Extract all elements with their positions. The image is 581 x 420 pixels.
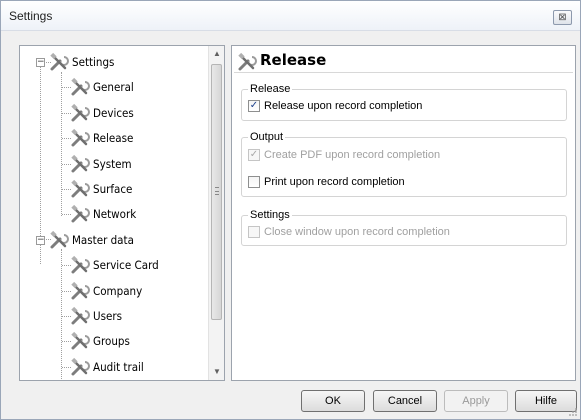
tools-icon — [238, 52, 257, 71]
tree-item-devices[interactable]: Devices — [20, 102, 206, 124]
tools-icon — [71, 129, 90, 147]
tree-item-label: Network — [93, 207, 137, 222]
close-icon: ⊠ — [558, 12, 567, 23]
tools-icon — [71, 256, 90, 274]
tools-icon — [50, 52, 69, 71]
checkbox-box[interactable]: ✓ — [248, 149, 260, 161]
tree-item-label: Users — [93, 309, 122, 323]
tree-item-service-card[interactable]: Service Card — [20, 254, 206, 276]
title-bar[interactable]: Settings ⊠ — [1, 1, 580, 31]
tree-item-system[interactable]: System — [20, 153, 206, 175]
tree-item-company[interactable]: Company — [20, 280, 206, 302]
tree-item-label: System — [93, 156, 132, 171]
checkbox-box[interactable] — [248, 226, 260, 238]
apply-button[interactable]: Apply — [444, 390, 508, 412]
ok-button[interactable]: OK — [301, 390, 365, 412]
close-button[interactable]: ⊠ — [553, 10, 572, 25]
output-group: Output ✓ Create PDF upon record completi… — [241, 130, 567, 197]
tree-item-audit-trail[interactable]: Audit trail — [20, 356, 206, 378]
tools-icon — [71, 306, 90, 325]
tree-item-label: General — [93, 80, 134, 95]
group-label: Settings — [248, 208, 292, 222]
tree-item-general[interactable]: General — [20, 76, 206, 98]
scroll-down-button[interactable]: ▼ — [209, 364, 224, 380]
scroll-up-button[interactable]: ▲ — [209, 46, 224, 62]
checkbox-label: Create PDF upon record completion — [264, 149, 441, 161]
tree-item-label: Audit trail — [93, 359, 144, 374]
tools-icon — [71, 154, 90, 173]
scroll-thumb[interactable] — [211, 64, 222, 320]
tree-item-groups[interactable]: Groups — [20, 330, 206, 352]
tree-item-surface[interactable]: Surface — [20, 178, 206, 200]
tools-icon — [50, 230, 69, 249]
tools-icon — [71, 281, 90, 300]
checkbox-label: Release upon record completion — [264, 100, 423, 112]
collapse-toggle[interactable]: − — [36, 58, 45, 67]
tree-item-label: Service Card — [93, 258, 159, 273]
tree-item-label: Company — [93, 283, 143, 298]
tree-item-settings[interactable]: − Settings — [20, 51, 206, 73]
collapse-toggle[interactable]: − — [36, 235, 45, 245]
tools-icon — [71, 103, 90, 122]
tree-item-release[interactable]: Release — [20, 127, 206, 149]
tools-icon — [71, 332, 90, 350]
settings-window: Settings ⊠ − Settings General Devices Releas… — [0, 0, 581, 420]
resize-grip-icon[interactable] — [568, 407, 578, 417]
divider — [234, 72, 573, 73]
tree-item-master-data[interactable]: − Master data — [20, 229, 206, 251]
settings-group: Settings Close window upon record comple… — [241, 208, 567, 246]
settings-tree: − Settings General Devices Release System Surf… — [19, 45, 225, 381]
tree-item-label: Groups — [93, 334, 130, 349]
tree-item-label: Devices — [93, 105, 134, 120]
tree-item-label: Release — [93, 131, 134, 146]
tree-item-label: Settings — [72, 55, 115, 69]
checkbox-box[interactable]: ✓ — [248, 100, 260, 112]
tree-scrollbar[interactable]: ▲ ▼ — [208, 46, 224, 380]
tools-icon — [71, 357, 90, 376]
release-settings-panel: Release Release ✓ Release upon record co… — [231, 45, 576, 381]
tools-icon — [71, 78, 90, 96]
group-label: Output — [248, 130, 286, 144]
tree-item-users[interactable]: Users — [20, 305, 206, 327]
release-group: Release ✓ Release upon record completion — [241, 82, 567, 121]
group-label: Release — [248, 82, 293, 96]
tree-item-network[interactable]: Network — [20, 203, 206, 225]
grip-icon — [215, 187, 219, 195]
checkbox-label: Close window upon record completion — [264, 226, 450, 238]
checkbox-label: Print upon record completion — [264, 176, 405, 188]
tree-item-label: Master data — [72, 232, 134, 247]
tools-icon — [71, 205, 90, 223]
tools-icon — [71, 179, 90, 198]
cancel-button[interactable]: Cancel — [373, 390, 437, 412]
page-title: Release — [260, 51, 327, 69]
window-title: Settings — [9, 9, 53, 23]
checkbox-box[interactable] — [248, 176, 260, 188]
tree-item-label: Surface — [93, 182, 133, 196]
